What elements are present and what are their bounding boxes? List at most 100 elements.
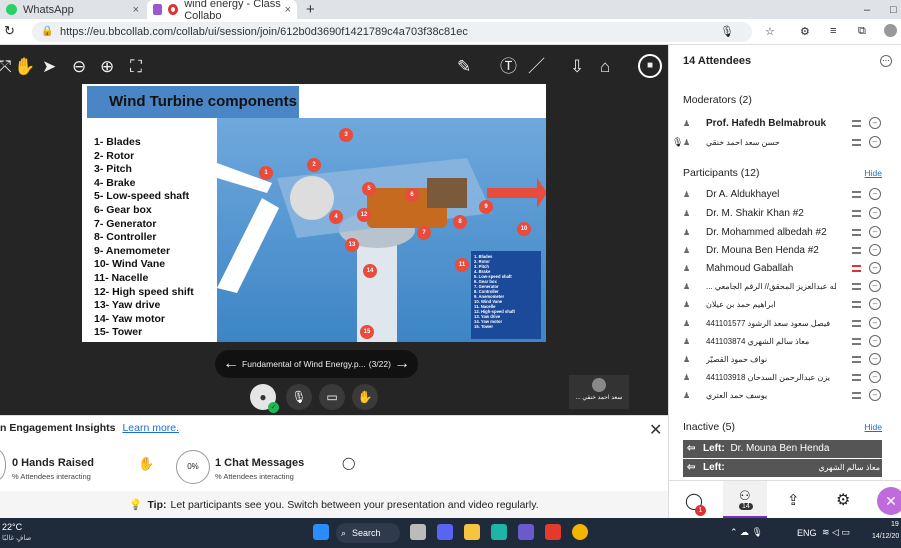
person-icon: ♟	[683, 227, 691, 237]
collections-icon[interactable]: ⧉	[858, 25, 866, 38]
person-icon: ♟	[683, 354, 691, 364]
more-icon[interactable]: –	[869, 280, 881, 292]
camera-toggle-button[interactable]: ▭	[319, 384, 345, 410]
pointer-icon[interactable]: ➤	[42, 57, 56, 77]
start-icon[interactable]	[313, 524, 329, 540]
close-panel-icon[interactable]: ✕	[877, 487, 901, 515]
more-icon[interactable]: –	[869, 262, 881, 274]
diagram-marker: 2	[307, 158, 321, 172]
tab-whatsapp[interactable]: WhatsApp ×	[0, 0, 145, 19]
more-icon[interactable]: –	[869, 226, 881, 238]
list-item[interactable]: 🎙 ♟ حسن سعد احمد خنقي –	[669, 131, 901, 153]
raise-hand-button[interactable]: ✋	[352, 384, 378, 410]
list-item[interactable]: ♟ يوسف حمد العتري –	[669, 384, 901, 406]
extensions-icon[interactable]: ⚙	[800, 25, 810, 38]
more-icon[interactable]: –	[869, 207, 881, 219]
caption-icon	[852, 319, 861, 327]
file-explorer-icon[interactable]	[464, 524, 480, 540]
camera-off-icon: ▭	[326, 390, 338, 404]
settings-icon[interactable]: ⚙	[836, 490, 850, 510]
attendee-name: حسن سعد احمد خنقي	[706, 137, 780, 147]
attendees-tab[interactable]: ⚇ 14	[723, 481, 767, 519]
close-icon[interactable]: ×	[133, 4, 139, 16]
status-avatar-button[interactable]: ● ✓	[250, 384, 279, 413]
engagement-insights: n Engagement Insights Learn more. ✕ 0 Ha…	[0, 415, 668, 491]
task-view-icon[interactable]	[410, 524, 426, 540]
minimize-icon[interactable]: –	[858, 0, 870, 19]
list-item: 7- Generator	[94, 217, 157, 230]
exit-icon: ⇦	[687, 443, 696, 454]
url-field[interactable]: 🔒 https://eu.bbcollab.com/collab/ui/sess…	[32, 22, 752, 42]
favorite-icon[interactable]: ☆	[765, 25, 775, 38]
address-bar: ↻ 🔒 https://eu.bbcollab.com/collab/ui/se…	[0, 19, 901, 45]
person-icon: ♟	[683, 208, 691, 218]
more-icon[interactable]: –	[869, 188, 881, 200]
fit-screen-icon[interactable]: ⛶	[130, 57, 142, 77]
chrome-icon[interactable]	[572, 524, 588, 540]
person-icon: ♟	[683, 245, 691, 255]
attendee-name: Mahmoud Gaballah	[706, 262, 794, 274]
microphone-toggle-button[interactable]: 🎙	[286, 384, 312, 410]
clock-date[interactable]: 14/12/20	[872, 533, 899, 540]
learn-more-link[interactable]: Learn more.	[122, 422, 179, 434]
close-icon[interactable]: ✕	[649, 420, 662, 440]
favorites-bar-icon[interactable]: ≡	[830, 25, 836, 37]
more-icon[interactable]: –	[869, 371, 881, 383]
download-icon[interactable]: ⇩	[570, 57, 584, 77]
office-icon[interactable]	[545, 524, 561, 540]
legend-item: 15. Tower	[474, 324, 494, 329]
zoom-out-icon[interactable]: ⊖	[72, 57, 86, 77]
profile-avatar[interactable]	[884, 24, 897, 37]
more-icon[interactable]: –	[869, 389, 881, 401]
more-icon[interactable]: –	[869, 117, 881, 129]
moderators-header: Moderators (2)	[683, 94, 752, 106]
hands-gauge	[0, 450, 6, 480]
tab-wind-energy[interactable]: wind energy - Class Collabo ×	[147, 0, 297, 22]
windows-taskbar: 22°C صافٍ غالبًا ⌕ Search ⌃ ☁ 🎙 ENG ≋ ◁ …	[0, 518, 901, 548]
more-options-icon[interactable]: ⋯	[880, 55, 892, 67]
search-field[interactable]: ⌕ Search	[336, 523, 400, 543]
hide-inactive-link[interactable]: Hide	[865, 422, 882, 432]
more-icon[interactable]: –	[869, 136, 881, 148]
attendee-name: معاذ سالم الشهري 441103874	[706, 336, 810, 346]
previous-slide-icon[interactable]: ←	[223, 355, 239, 373]
clock-time[interactable]: 19	[891, 521, 899, 528]
hide-participants-link[interactable]: Hide	[865, 168, 882, 178]
new-tab-button[interactable]: +	[300, 0, 315, 19]
tip-bar: 💡 Tip: Let participants see you. Switch …	[0, 491, 668, 518]
hand-icon[interactable]: ✋	[14, 57, 35, 77]
pen-icon[interactable]: ✎	[457, 57, 471, 77]
save-icon[interactable]: ⌂	[600, 57, 610, 77]
more-icon[interactable]: –	[869, 335, 881, 347]
lightbulb-icon: 💡	[129, 499, 143, 511]
text-icon[interactable]: Ⓣ	[500, 57, 517, 77]
line-icon[interactable]: ／	[528, 57, 545, 77]
tray-icons[interactable]: ⌃ ☁ 🎙	[730, 527, 763, 538]
diagram-marker: 5	[362, 182, 376, 196]
caption-icon	[852, 282, 861, 290]
microphone-icon[interactable]: 🎙	[720, 25, 734, 38]
list-item: 9- Anemometer	[94, 244, 171, 257]
chat-sub: % Attendees interacting	[215, 472, 294, 481]
speaker-thumbnail[interactable]: ... سعد احمد خنقي	[569, 375, 629, 409]
more-icon[interactable]: –	[869, 317, 881, 329]
more-icon[interactable]: –	[869, 298, 881, 310]
weather-condition: صافٍ غالبًا	[2, 535, 32, 542]
more-icon[interactable]: –	[869, 353, 881, 365]
more-icon[interactable]: –	[869, 244, 881, 256]
tip-label: Tip:	[147, 498, 167, 511]
maximize-icon[interactable]: □	[884, 0, 897, 19]
pan-icon[interactable]: ⤧	[0, 57, 12, 77]
weather-temp: 22°C	[2, 522, 23, 532]
network-volume-icon[interactable]: ≋ ◁ ▭	[822, 527, 850, 538]
stop-share-icon[interactable]: ■	[638, 54, 662, 78]
close-icon[interactable]: ×	[285, 4, 291, 16]
share-content-icon[interactable]: ⇪	[787, 491, 800, 509]
language-indicator[interactable]: ENG	[797, 528, 817, 538]
reload-icon[interactable]: ↻	[4, 23, 15, 39]
chat-app-icon[interactable]	[437, 524, 453, 540]
next-slide-icon[interactable]: →	[394, 355, 410, 373]
zoom-in-icon[interactable]: ⊕	[100, 57, 114, 77]
edge-icon[interactable]	[491, 524, 507, 540]
store-icon[interactable]	[518, 524, 534, 540]
